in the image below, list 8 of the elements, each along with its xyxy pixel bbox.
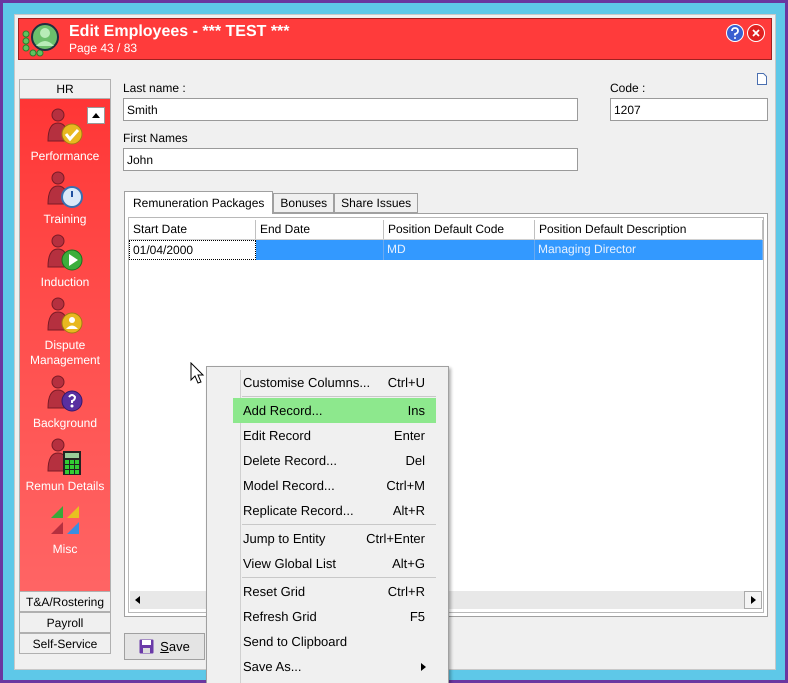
field-label: First Names: [123, 131, 188, 146]
window-title: Edit Employees - *** TEST ***: [69, 22, 291, 41]
field-label: Code :: [610, 81, 646, 96]
table-cell: 01/04/2000: [129, 240, 256, 260]
field-label: Last name :: [123, 81, 186, 96]
table-cell: Managing Director: [535, 240, 763, 260]
page-counter: Page 43 / 83: [69, 41, 138, 56]
table-cell: MD: [384, 240, 535, 260]
